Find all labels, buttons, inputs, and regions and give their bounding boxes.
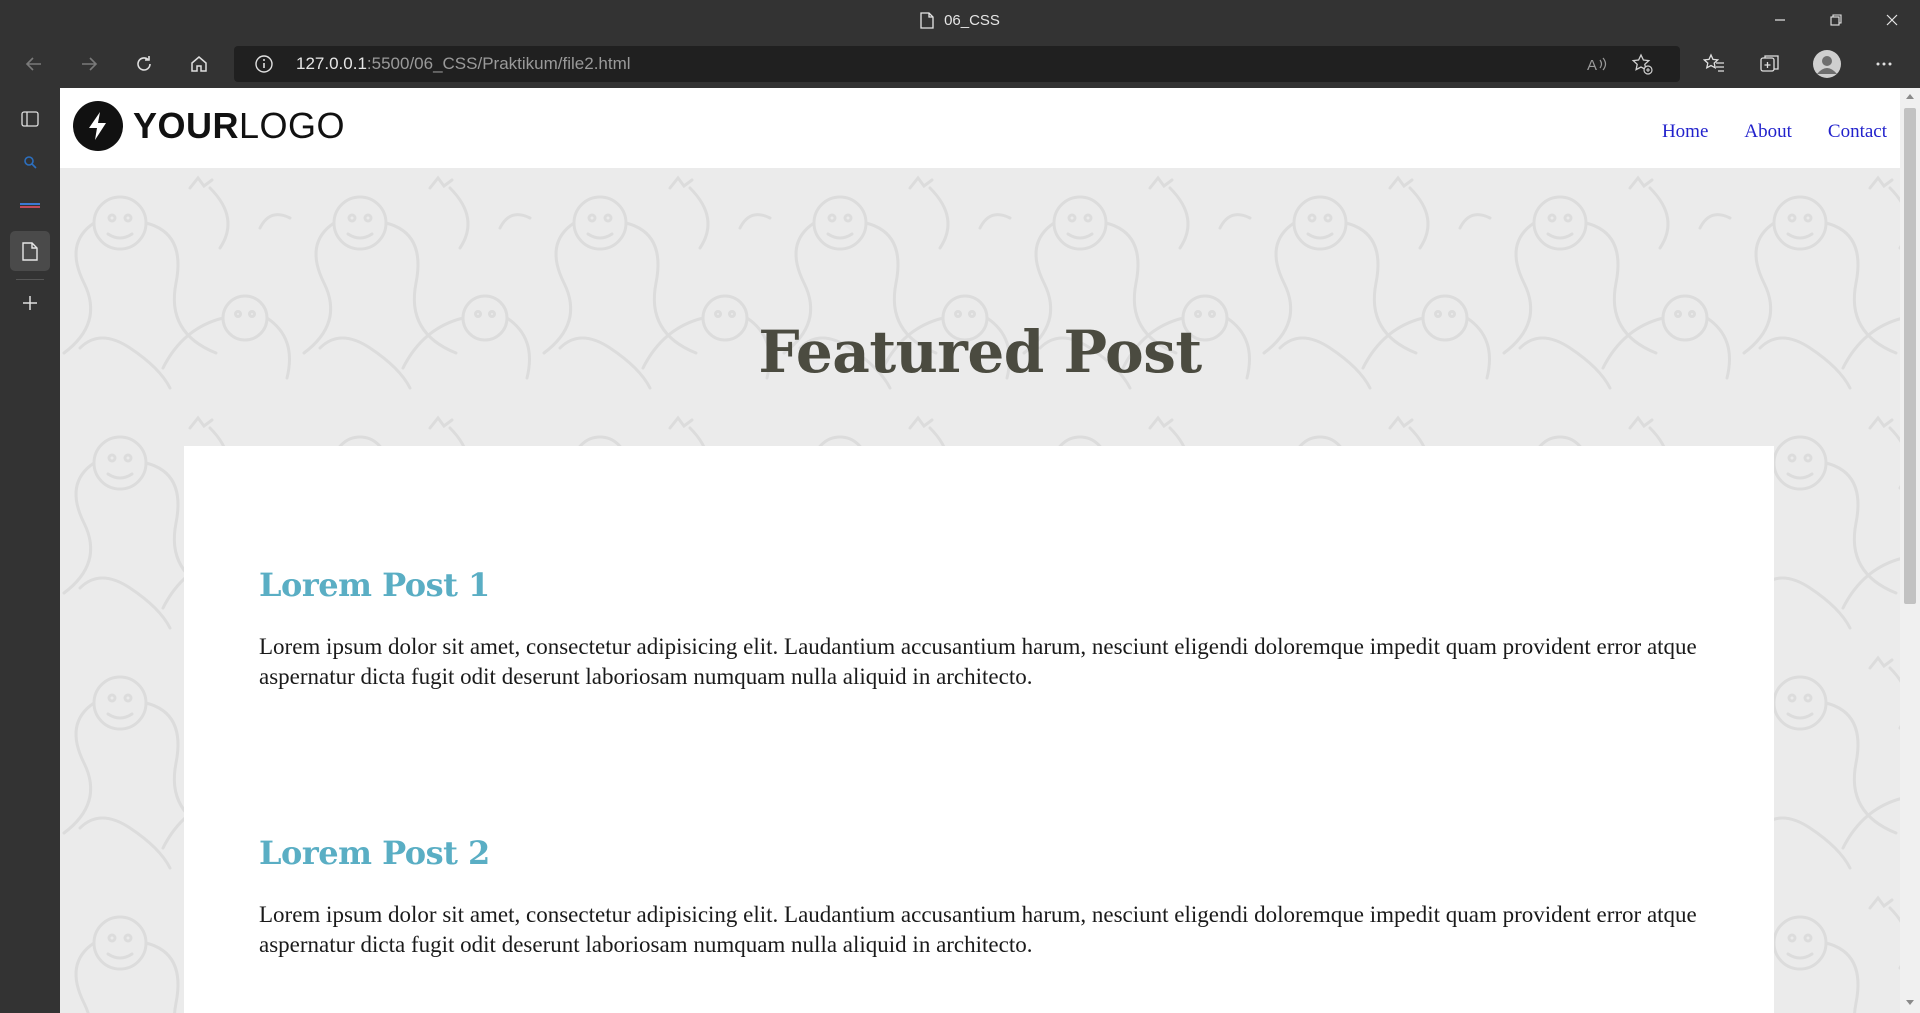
post-2: Lorem Post 2 Lorem ipsum dolor sit amet,…: [259, 834, 1759, 960]
new-tab-button[interactable]: [10, 283, 50, 323]
document-icon: [22, 241, 38, 261]
nav-link-home[interactable]: Home: [1662, 121, 1708, 143]
logo-bold-text: YOUR: [133, 105, 240, 146]
sidebar-separator: [16, 279, 44, 280]
nav-link-about[interactable]: About: [1744, 121, 1792, 143]
collections-button[interactable]: [1752, 46, 1788, 82]
window-titlebar: 06_CSS: [0, 0, 1920, 40]
post-title: Lorem Post 2: [259, 834, 490, 872]
scroll-up-arrow-icon[interactable]: [1906, 94, 1914, 99]
scroll-down-arrow-icon[interactable]: [1906, 1000, 1914, 1005]
minimize-button[interactable]: [1752, 0, 1808, 40]
close-window-button[interactable]: [1864, 0, 1920, 40]
page-title: Featured Post: [758, 318, 1202, 386]
browser-toolbar: 127.0.0.1:5500/06_CSS/Praktikum/file2.ht…: [0, 40, 1920, 88]
url-text[interactable]: 127.0.0.1:5500/06_CSS/Praktikum/file2.ht…: [296, 46, 631, 82]
search-icon: [24, 156, 37, 169]
tab-actions-icon: [21, 111, 39, 127]
tab-actions-button[interactable]: [10, 99, 50, 139]
page-scrollbar[interactable]: [1900, 88, 1920, 1013]
home-icon: [191, 56, 207, 72]
post-body: Lorem ipsum dolor sit amet, consectetur …: [259, 902, 1697, 957]
logo-light-text: LOGO: [239, 105, 346, 146]
minimize-icon: [1775, 19, 1785, 21]
window-title: 06_CSS: [944, 11, 1000, 29]
read-aloud-button[interactable]: A: [1585, 52, 1609, 76]
star-add-icon: [1631, 53, 1653, 75]
sidebar-tab-06-css[interactable]: [10, 231, 50, 271]
refresh-icon: [137, 56, 151, 71]
read-aloud-icon: A: [1587, 57, 1607, 74]
post-1: Lorem Post 1 Lorem ipsum dolor sit amet,…: [259, 566, 1759, 692]
page-viewport: YOURLOGO Home About Contact Featured Pos…: [60, 88, 1900, 1013]
home-button[interactable]: [181, 46, 217, 82]
sidebar-tab-vscode[interactable]: [10, 186, 50, 226]
add-favorite-button[interactable]: [1630, 52, 1654, 76]
more-options-icon: [1876, 62, 1892, 66]
refresh-button[interactable]: [126, 46, 162, 82]
forward-button[interactable]: [71, 46, 107, 82]
plus-icon: [23, 296, 37, 310]
collections-icon: [1760, 55, 1779, 72]
post-title: Lorem Post 1: [259, 566, 490, 604]
posts-card: Lorem Post 1 Lorem ipsum dolor sit amet,…: [184, 446, 1774, 1013]
arrow-right-icon: [82, 57, 98, 71]
favorites-icon: [1703, 53, 1724, 72]
avatar-icon: [1813, 50, 1841, 78]
settings-menu-button[interactable]: [1866, 46, 1902, 82]
profile-button[interactable]: [1809, 46, 1845, 82]
address-bar[interactable]: 127.0.0.1:5500/06_CSS/Praktikum/file2.ht…: [234, 46, 1680, 82]
lightning-logo-icon: [73, 101, 123, 151]
close-icon: [1886, 14, 1898, 26]
svg-text:A: A: [1587, 57, 1597, 74]
document-icon: [920, 11, 934, 29]
site-logo[interactable]: YOURLOGO: [73, 101, 345, 151]
site-nav: Home About Contact: [1662, 88, 1887, 168]
post-body: Lorem ipsum dolor sit amet, consectetur …: [259, 634, 1697, 689]
arrow-left-icon: [25, 57, 41, 71]
logo-wordmark: YOURLOGO: [133, 105, 345, 147]
browser-sidebar: [0, 88, 60, 1013]
site-header: YOURLOGO Home About Contact: [60, 88, 1900, 168]
window-title-area: 06_CSS: [0, 0, 1920, 40]
tab-favicon-icon: [20, 203, 40, 208]
url-path: :5500/06_CSS/Praktikum/file2.html: [366, 54, 631, 73]
favorites-button[interactable]: [1696, 46, 1732, 82]
restore-icon: [1830, 14, 1842, 26]
back-button[interactable]: [16, 46, 52, 82]
nav-link-contact[interactable]: Contact: [1828, 121, 1887, 143]
sidebar-tab-search[interactable]: [10, 142, 50, 182]
url-host: 127.0.0.1: [296, 54, 367, 73]
info-icon: [255, 55, 273, 73]
scrollbar-thumb[interactable]: [1904, 108, 1916, 604]
restore-button[interactable]: [1808, 0, 1864, 40]
